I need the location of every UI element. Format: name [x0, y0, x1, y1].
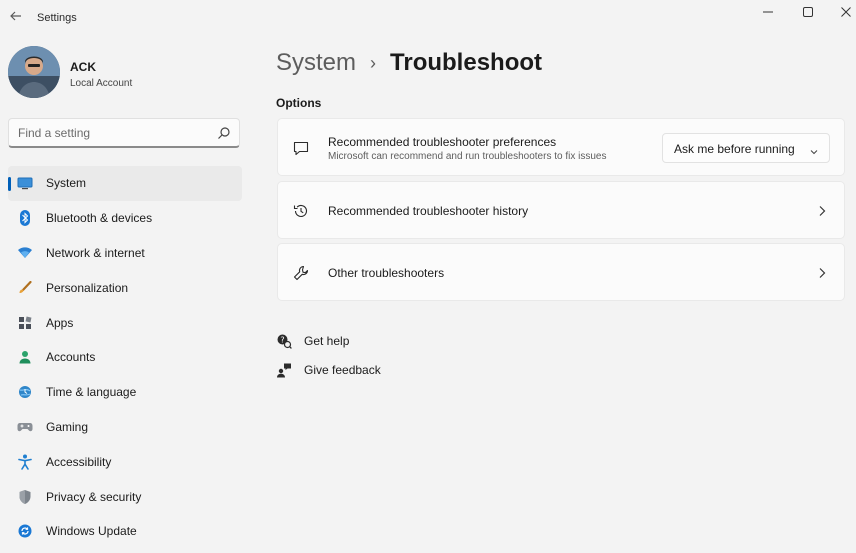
sidebar-item-label: System: [46, 176, 87, 191]
svg-text:?: ?: [280, 335, 284, 344]
selection-indicator: [8, 177, 11, 191]
chevron-right-icon: [816, 266, 828, 280]
update-icon: [17, 523, 33, 539]
sidebar-item-windows-update[interactable]: Windows Update: [8, 514, 242, 549]
card-title: Recommended troubleshooter preferences: [328, 135, 557, 149]
maximize-icon[interactable]: [788, 0, 828, 24]
search-icon[interactable]: [217, 126, 231, 140]
sidebar-item-label: Accounts: [46, 350, 96, 365]
sidebar-item-label: Bluetooth & devices: [46, 211, 153, 226]
wrench-icon: [292, 264, 310, 282]
sidebar-item-system[interactable]: System: [8, 166, 242, 201]
sidebar-item-gaming[interactable]: Gaming: [8, 410, 242, 445]
sidebar-item-accounts[interactable]: Accounts: [8, 340, 242, 375]
card-title: Other troubleshooters: [328, 266, 445, 280]
troubleshooter-preference-dropdown[interactable]: Ask me before running: [662, 133, 830, 163]
other-troubleshooters-card[interactable]: Other troubleshooters: [277, 243, 845, 301]
title-bar: Settings: [0, 0, 856, 36]
sidebar-item-label: Privacy & security: [46, 489, 142, 504]
help-links: ? Get help Give feedback: [276, 330, 416, 388]
troubleshooter-preferences-card: Recommended troubleshooter preferences M…: [277, 118, 845, 176]
search-input[interactable]: Find a setting: [18, 126, 208, 140]
link-label: Give feedback: [304, 363, 381, 377]
account-type: Local Account: [70, 78, 133, 89]
sidebar-item-label: Personalization: [46, 280, 129, 295]
sidebar-item-bluetooth[interactable]: Bluetooth & devices: [8, 201, 242, 236]
sidebar-nav: System Bluetooth & devices Network & int…: [8, 166, 242, 549]
system-display-icon: [17, 175, 33, 191]
wifi-icon: [17, 245, 33, 261]
message-icon: [292, 139, 310, 157]
section-title: Options: [276, 96, 322, 110]
sidebar-item-label: Accessibility: [46, 454, 112, 469]
help-icon: ?: [276, 333, 292, 349]
sidebar-item-personalization[interactable]: Personalization: [8, 270, 242, 305]
avatar: [8, 46, 60, 98]
sidebar-item-network[interactable]: Network & internet: [8, 236, 242, 271]
bluetooth-icon: [17, 210, 33, 227]
breadcrumb: System › Troubleshoot: [276, 46, 542, 80]
search-box[interactable]: Find a setting: [8, 118, 240, 148]
sidebar-item-time-language[interactable]: Time & language: [8, 375, 242, 410]
sidebar-item-label: Gaming: [46, 419, 89, 434]
sidebar-item-accessibility[interactable]: Accessibility: [8, 444, 242, 479]
apps-icon: [17, 315, 33, 331]
close-icon[interactable]: [826, 0, 856, 24]
card-title: Recommended troubleshooter history: [328, 204, 529, 218]
back-arrow-icon[interactable]: [6, 8, 26, 28]
sidebar-item-privacy[interactable]: Privacy & security: [8, 479, 242, 514]
gamepad-icon: [17, 419, 33, 435]
shield-icon: [17, 489, 33, 505]
breadcrumb-parent[interactable]: System: [276, 49, 356, 77]
dropdown-value: Ask me before running: [674, 142, 795, 156]
sidebar-item-label: Windows Update: [46, 524, 137, 539]
user-profile[interactable]: ACK Local Account: [8, 46, 248, 100]
breadcrumb-separator: ›: [370, 52, 377, 73]
chevron-right-icon: [816, 204, 828, 218]
person-icon: [17, 349, 33, 365]
get-help-link[interactable]: ? Get help: [276, 330, 416, 359]
give-feedback-link[interactable]: Give feedback: [276, 359, 416, 388]
brush-icon: [17, 280, 33, 296]
card-description: Microsoft can recommend and run troubles…: [328, 151, 607, 162]
globe-clock-icon: [17, 384, 33, 400]
sidebar-item-label: Apps: [46, 315, 74, 330]
app-title: Settings: [37, 12, 77, 24]
chevron-down-icon: [809, 144, 819, 155]
sidebar-item-label: Time & language: [46, 385, 137, 400]
page-title: Troubleshoot: [390, 49, 543, 76]
sidebar-item-apps[interactable]: Apps: [8, 305, 242, 340]
minimize-icon[interactable]: [748, 0, 788, 24]
history-icon: [292, 202, 310, 220]
sidebar-item-label: Network & internet: [46, 245, 145, 260]
user-name: ACK: [70, 60, 96, 74]
accessibility-icon: [17, 454, 33, 470]
link-label: Get help: [304, 334, 350, 348]
feedback-icon: [276, 362, 292, 378]
troubleshooter-history-card[interactable]: Recommended troubleshooter history: [277, 181, 845, 239]
